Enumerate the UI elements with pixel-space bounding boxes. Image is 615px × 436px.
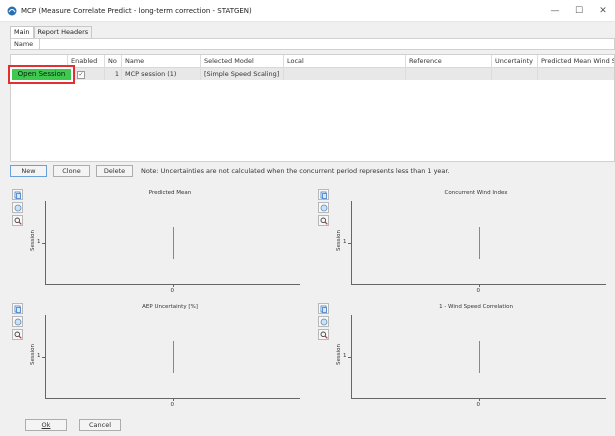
cancel-button[interactable]: Cancel: [79, 419, 121, 431]
col-header-uncertainty[interactable]: Uncertainty: [492, 55, 538, 68]
chart-toolbar: [318, 303, 330, 342]
grid-header: Enabled No Name Selected Model Local Ref…: [11, 55, 614, 68]
col-header-local[interactable]: Local: [284, 55, 406, 68]
uncertainty-note: Note: Uncertainties are not calculated w…: [141, 167, 450, 175]
zoom-icon[interactable]: [318, 215, 329, 226]
y-axis-label: Session: [30, 230, 36, 251]
chart-bar: [172, 226, 174, 259]
col-header-reference[interactable]: Reference: [406, 55, 492, 68]
title-bar: MCP (Measure Correlate Predict - long-te…: [0, 0, 615, 22]
chart-toolbar: [12, 303, 24, 342]
zoom-icon[interactable]: [12, 215, 23, 226]
row-local-cell: [284, 68, 406, 80]
clone-button[interactable]: Clone: [53, 165, 90, 177]
copy-chart-icon[interactable]: [12, 189, 23, 200]
ok-button[interactable]: Ok: [25, 419, 67, 431]
chart-bar: [172, 340, 174, 373]
app-icon: [7, 6, 17, 16]
row-name-cell[interactable]: MCP session (1): [122, 68, 201, 80]
col-header-predicted-mean[interactable]: Predicted Mean Wind S: [538, 55, 614, 68]
y-tick-label: 1: [37, 238, 41, 245]
zoom-icon[interactable]: [318, 329, 329, 340]
y-axis-label: Session: [336, 344, 342, 365]
x-tick-label: 0: [476, 402, 481, 408]
chart-bar: [478, 340, 480, 373]
zoom-icon[interactable]: [12, 329, 23, 340]
row-predicted-mean-cell: [538, 68, 614, 80]
maximize-button[interactable]: ☐: [567, 0, 591, 22]
y-axis: [45, 315, 46, 398]
x-tick: [478, 398, 480, 401]
close-button[interactable]: ✕: [591, 0, 615, 22]
new-button[interactable]: New: [10, 165, 47, 177]
open-session-button[interactable]: Open Session: [8, 65, 75, 84]
chart-title: AEP Uncertainty [%]: [142, 304, 198, 310]
name-label: Name: [14, 40, 34, 48]
chart-toolbar: [318, 189, 330, 228]
sessions-grid: Enabled No Name Selected Model Local Ref…: [10, 54, 615, 162]
name-input[interactable]: [39, 39, 614, 49]
table-row[interactable]: ✓ 1 MCP session (1) [Simple Speed Scalin…: [11, 68, 614, 80]
x-tick-label: 0: [170, 288, 175, 294]
row-reference-cell: [406, 68, 492, 80]
x-tick-label: 0: [170, 402, 175, 408]
window-title: MCP (Measure Correlate Predict - long-te…: [21, 6, 252, 15]
name-row: Name: [10, 38, 615, 50]
minimize-button[interactable]: —: [543, 0, 567, 22]
chart-panel-concurrent-wind-index: Concurrent Wind Index Session 1 0: [316, 185, 613, 300]
y-axis-label: Session: [30, 344, 36, 365]
y-tick-label: 1: [343, 352, 347, 359]
col-header-no[interactable]: No: [105, 55, 122, 68]
copy-chart-icon[interactable]: [318, 303, 329, 314]
footer-buttons: Ok Cancel: [25, 419, 133, 431]
action-row: New Clone Delete Note: Uncertainties are…: [10, 165, 450, 177]
zoom-reset-icon[interactable]: [318, 316, 329, 327]
row-model-cell[interactable]: [Simple Speed Scaling]: [201, 68, 284, 80]
chart-panel-aep-uncertainty: AEP Uncertainty [%] Session 1 0: [10, 299, 307, 414]
y-tick: [42, 356, 45, 358]
chart-title: Predicted Mean: [148, 190, 192, 196]
row-no-cell: 1: [105, 68, 122, 80]
y-axis-label: Session: [336, 230, 342, 251]
col-header-selected-model[interactable]: Selected Model: [201, 55, 284, 68]
zoom-reset-icon[interactable]: [318, 202, 329, 213]
delete-button[interactable]: Delete: [96, 165, 133, 177]
x-tick-label: 0: [476, 288, 481, 294]
y-axis: [351, 315, 352, 398]
tab-main[interactable]: Main: [10, 26, 34, 38]
chart-panel-wind-speed-correlation: 1 - Wind Speed Correlation Session 1 0: [316, 299, 613, 414]
y-tick: [42, 242, 45, 244]
copy-chart-icon[interactable]: [318, 189, 329, 200]
x-tick: [478, 284, 480, 287]
col-header-name[interactable]: Name: [122, 55, 201, 68]
x-tick: [172, 398, 174, 401]
y-tick-label: 1: [343, 238, 347, 245]
chart-bar: [478, 226, 480, 259]
y-tick: [348, 242, 351, 244]
zoom-reset-icon[interactable]: [12, 202, 23, 213]
y-axis: [45, 201, 46, 284]
tab-report-headers[interactable]: Report Headers: [33, 26, 93, 38]
open-session-label: Open Session: [12, 69, 71, 80]
x-tick: [172, 284, 174, 287]
chart-panel-predicted-mean: Predicted Mean Session 1 0: [10, 185, 307, 300]
tab-strip: Main Report Headers: [10, 26, 93, 38]
chart-title: 1 - Wind Speed Correlation: [439, 304, 513, 310]
row-uncertainty-cell: [492, 68, 538, 80]
chart-title: Concurrent Wind Index: [444, 190, 508, 196]
y-tick: [348, 356, 351, 358]
y-axis: [351, 201, 352, 284]
chart-toolbar: [12, 189, 24, 228]
enabled-checkbox[interactable]: ✓: [77, 71, 85, 79]
copy-chart-icon[interactable]: [12, 303, 23, 314]
zoom-reset-icon[interactable]: [12, 316, 23, 327]
y-tick-label: 1: [37, 352, 41, 359]
